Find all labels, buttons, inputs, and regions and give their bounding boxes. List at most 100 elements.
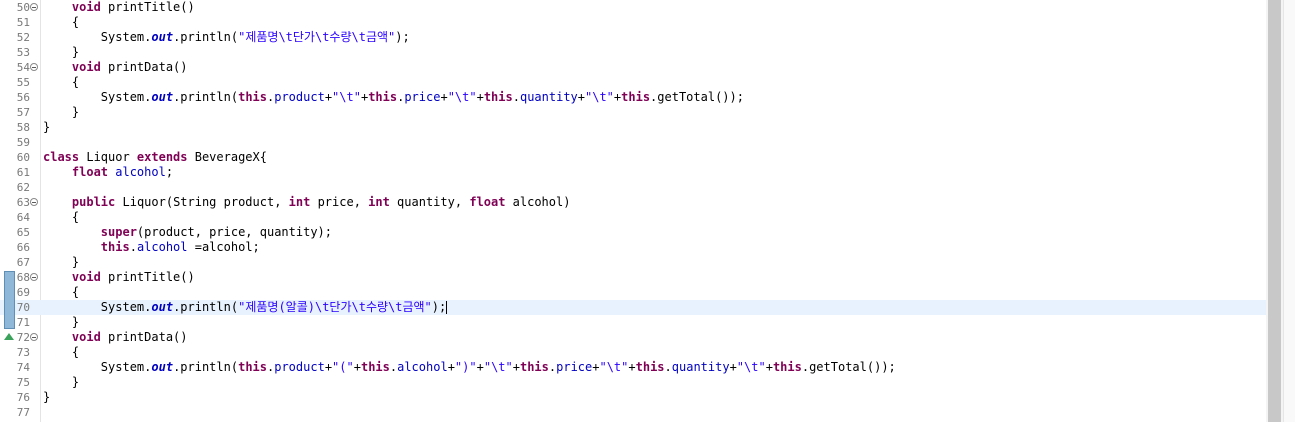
vertical-scrollbar-thumb[interactable] bbox=[1268, 0, 1281, 422]
code-line[interactable]: 67 } bbox=[0, 255, 1266, 270]
code-line[interactable]: 61 float alcohol; bbox=[0, 165, 1266, 180]
token-plain: printTitle() bbox=[100, 270, 195, 284]
code-line[interactable]: 55 { bbox=[0, 75, 1266, 90]
code-text[interactable]: { bbox=[43, 345, 79, 360]
code-text[interactable]: } bbox=[43, 375, 79, 390]
line-number: 62 bbox=[16, 181, 30, 194]
token-plain: (product, price, quantity); bbox=[136, 225, 332, 239]
code-line[interactable]: 51 { bbox=[0, 15, 1266, 30]
code-line[interactable]: 77 bbox=[0, 405, 1266, 420]
token-plain: System. bbox=[43, 360, 152, 374]
code-line[interactable]: 68 void printTitle() bbox=[0, 270, 1266, 285]
fold-collapse-icon[interactable] bbox=[30, 273, 38, 281]
fold-collapse-icon[interactable] bbox=[30, 63, 38, 71]
token-plain: + bbox=[476, 360, 484, 374]
token-plain: } bbox=[43, 45, 80, 59]
token-kw: void bbox=[71, 270, 101, 284]
overview-ruler[interactable] bbox=[1283, 0, 1295, 422]
code-text[interactable]: } bbox=[43, 315, 79, 330]
token-plain: . bbox=[512, 90, 520, 104]
code-line[interactable]: 62 bbox=[0, 180, 1266, 195]
code-text[interactable]: System.out.println(this.product+"\t"+thi… bbox=[43, 90, 744, 105]
code-text[interactable]: class Liquor extends BeverageX{ bbox=[43, 150, 267, 165]
code-line[interactable]: 75 } bbox=[0, 375, 1266, 390]
code-line[interactable]: 63 public Liquor(String product, int pri… bbox=[0, 195, 1266, 210]
code-line[interactable]: 60 class Liquor extends BeverageX{ bbox=[0, 150, 1266, 165]
token-plain: { bbox=[43, 345, 80, 359]
code-text[interactable]: float alcohol; bbox=[43, 165, 173, 180]
code-text[interactable]: System.out.println("제품명\t단가\t수량\t금액"); bbox=[43, 30, 410, 45]
token-fld: alcohol bbox=[136, 240, 188, 254]
token-kw: extends bbox=[136, 150, 188, 164]
fold-collapse-icon[interactable] bbox=[30, 3, 38, 11]
token-plain: + bbox=[353, 360, 361, 374]
token-plain: .getTotal()); bbox=[801, 360, 896, 374]
code-text[interactable]: { bbox=[43, 210, 79, 225]
code-line[interactable]: 69 { bbox=[0, 285, 1266, 300]
token-plain: + bbox=[765, 360, 773, 374]
code-text[interactable]: { bbox=[43, 15, 79, 30]
code-line[interactable]: 70 System.out.println("제품명(알콜)\t단가\t수량\t… bbox=[0, 300, 1266, 315]
line-number: 53 bbox=[16, 46, 30, 59]
fold-collapse-icon[interactable] bbox=[30, 333, 38, 341]
code-line[interactable]: 58} bbox=[0, 120, 1266, 135]
line-number: 74 bbox=[16, 361, 30, 374]
token-sfld: out bbox=[151, 90, 174, 104]
code-text[interactable]: public Liquor(String product, int price,… bbox=[43, 195, 571, 210]
token-plain: } bbox=[43, 375, 80, 389]
code-line[interactable]: 57 } bbox=[0, 105, 1266, 120]
code-line[interactable]: 74 System.out.println(this.product+"("+t… bbox=[0, 360, 1266, 375]
line-number: 54 bbox=[16, 61, 30, 74]
override-triangle-icon[interactable] bbox=[4, 333, 14, 340]
code-text[interactable]: super(product, price, quantity); bbox=[43, 225, 332, 240]
code-text[interactable]: void printData() bbox=[43, 330, 188, 345]
token-plain: System. bbox=[43, 300, 152, 314]
code-line[interactable]: 76} bbox=[0, 390, 1266, 405]
code-line[interactable]: 59 bbox=[0, 135, 1266, 150]
code-line[interactable]: 73 { bbox=[0, 345, 1266, 360]
code-text[interactable]: void printTitle() bbox=[43, 270, 195, 285]
line-number: 61 bbox=[16, 166, 30, 179]
token-plain: { bbox=[43, 210, 80, 224]
quick-diff-change-marker[interactable] bbox=[4, 271, 15, 329]
code-line[interactable]: 56 System.out.println(this.product+"\t"+… bbox=[0, 90, 1266, 105]
token-str: "\t" bbox=[483, 360, 513, 374]
token-fld: product bbox=[274, 90, 325, 104]
token-plain: System. bbox=[43, 90, 152, 104]
code-line[interactable]: 52 System.out.println("제품명\t단가\t수량\t금액")… bbox=[0, 30, 1266, 45]
code-text[interactable]: { bbox=[43, 75, 79, 90]
code-text[interactable]: void printData() bbox=[43, 60, 188, 75]
fold-collapse-icon[interactable] bbox=[30, 198, 38, 206]
code-text[interactable]: System.out.println(this.product+"("+this… bbox=[43, 360, 896, 375]
token-kw: void bbox=[71, 60, 101, 74]
token-fld: quantity bbox=[519, 90, 578, 104]
token-kw: float bbox=[469, 195, 506, 209]
token-str: "\t" bbox=[599, 360, 629, 374]
code-text[interactable]: } bbox=[43, 255, 79, 270]
token-str: "제품명\t단가\t수량\t금액" bbox=[238, 30, 396, 44]
code-text[interactable]: } bbox=[43, 105, 79, 120]
code-text[interactable]: void printTitle() bbox=[43, 0, 195, 15]
code-line[interactable]: 65 super(product, price, quantity); bbox=[0, 225, 1266, 240]
token-plain: quantity, bbox=[389, 195, 470, 209]
token-kw: int bbox=[288, 195, 311, 209]
code-text[interactable]: { bbox=[43, 285, 79, 300]
code-editor[interactable]: 50 void printTitle() 51 {52 System.out.pr… bbox=[0, 0, 1266, 422]
code-text[interactable]: System.out.println("제품명(알콜)\t단가\t수량\t금액"… bbox=[43, 300, 448, 315]
code-text[interactable]: } bbox=[43, 390, 50, 405]
code-text[interactable]: } bbox=[43, 45, 79, 60]
code-line[interactable]: 71 } bbox=[0, 315, 1266, 330]
line-number: 60 bbox=[16, 151, 30, 164]
code-line[interactable]: 53 } bbox=[0, 45, 1266, 60]
code-line[interactable]: 66 this.alcohol =alcohol; bbox=[0, 240, 1266, 255]
code-text[interactable]: this.alcohol =alcohol; bbox=[43, 240, 260, 255]
code-text[interactable]: } bbox=[43, 120, 50, 135]
code-line[interactable]: 64 { bbox=[0, 210, 1266, 225]
code-line[interactable]: 72 void printData() bbox=[0, 330, 1266, 345]
token-str: "(" bbox=[332, 360, 354, 374]
line-number: 52 bbox=[16, 31, 30, 44]
code-line[interactable]: 54 void printData() bbox=[0, 60, 1266, 75]
code-line[interactable]: 50 void printTitle() bbox=[0, 0, 1266, 15]
